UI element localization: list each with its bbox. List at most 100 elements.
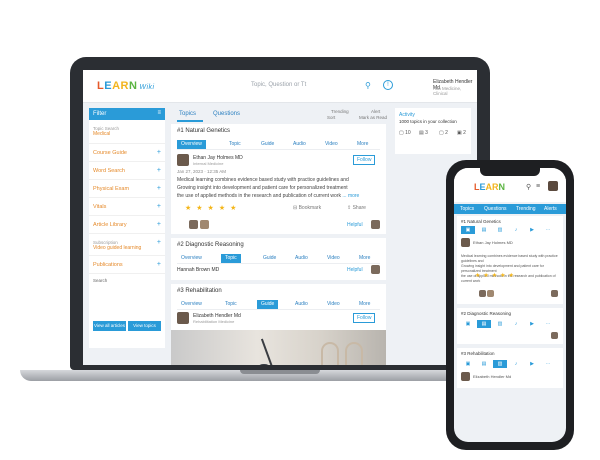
post-title[interactable]: #3 Rehabilitation bbox=[461, 351, 495, 356]
sidebar-item-physical-exam[interactable]: Physical Exam + bbox=[89, 180, 165, 198]
avatar[interactable] bbox=[461, 372, 470, 381]
mark-read-link[interactable]: Mark as Read bbox=[359, 115, 387, 120]
avatar[interactable] bbox=[548, 181, 558, 191]
author-subtitle: Rehabilitation Medicine bbox=[193, 319, 235, 324]
post-title[interactable]: #2 Diagnostic Reasoning bbox=[171, 238, 386, 252]
alert-label[interactable]: Alert bbox=[371, 109, 380, 114]
tab-topic[interactable]: Topic bbox=[225, 140, 245, 149]
rating-stars[interactable]: ★★★★★ bbox=[185, 204, 241, 212]
tab-topics[interactable]: Topics bbox=[460, 206, 474, 212]
tab-more[interactable]: ⋯ bbox=[541, 320, 555, 328]
tab-overview[interactable]: ▣ bbox=[461, 320, 475, 328]
tab-topic[interactable]: ▤ bbox=[477, 360, 491, 368]
tab-guide[interactable]: Guide bbox=[259, 254, 280, 263]
search-icon[interactable]: ⚲ bbox=[365, 81, 371, 90]
tab-guide[interactable]: Guide bbox=[257, 140, 278, 149]
post-tabs: Overview Topic Guide Audio Video More bbox=[177, 138, 380, 150]
tab-more[interactable]: ⋯ bbox=[541, 226, 555, 234]
stat-item[interactable]: ▤ 3 bbox=[419, 130, 428, 136]
post-image[interactable] bbox=[171, 330, 386, 365]
tab-overview[interactable]: ▣ bbox=[461, 360, 475, 368]
tab-video[interactable]: ▶ bbox=[525, 360, 539, 368]
search-icon[interactable]: ⚲ bbox=[526, 183, 531, 191]
tab-topic[interactable]: Topic bbox=[221, 300, 241, 309]
notification-icon[interactable]: ! bbox=[383, 80, 393, 90]
share-button[interactable]: ⇪ Share bbox=[347, 205, 366, 211]
author-name[interactable]: Elizabeth Hendler Md bbox=[473, 374, 511, 379]
tab-guide[interactable]: ▥ bbox=[493, 360, 507, 368]
tab-audio[interactable]: Audio bbox=[291, 254, 312, 263]
tab-guide[interactable]: Guide bbox=[257, 300, 279, 309]
tab-guide[interactable]: ▥ bbox=[493, 226, 507, 234]
view-topics-button[interactable]: View topics bbox=[128, 321, 161, 331]
menu-icon[interactable]: ≡ bbox=[157, 110, 161, 116]
helpful-button[interactable]: Helpful bbox=[347, 267, 363, 273]
tab-audio[interactable]: Audio bbox=[291, 300, 312, 309]
tab-overview[interactable]: Overview bbox=[177, 140, 206, 149]
tab-audio[interactable]: ♪ bbox=[509, 360, 523, 368]
tab-audio[interactable]: ♪ bbox=[509, 320, 523, 328]
plus-icon[interactable]: + bbox=[157, 261, 161, 268]
tab-more[interactable]: More bbox=[355, 300, 374, 309]
sort-label[interactable]: Trending bbox=[331, 109, 349, 114]
menu-icon[interactable]: ≡ bbox=[536, 183, 540, 190]
sidebar-item-course-guide[interactable]: Course Guide + bbox=[89, 144, 165, 162]
tab-more[interactable]: More bbox=[355, 254, 374, 263]
view-all-articles-button[interactable]: View all articles bbox=[93, 321, 126, 331]
plus-icon[interactable]: + bbox=[157, 185, 161, 192]
tab-overview[interactable]: ▣ bbox=[461, 226, 475, 234]
helpful-button[interactable]: Helpful bbox=[347, 222, 363, 228]
search-input[interactable]: Topic, Question or Tt bbox=[251, 82, 361, 92]
post-title[interactable]: #1 Natural Genetics bbox=[171, 124, 386, 138]
tab-video[interactable]: Video bbox=[323, 254, 344, 263]
sidebar-item-publications[interactable]: Publications + bbox=[89, 256, 165, 274]
tab-questions[interactable]: Questions bbox=[484, 206, 507, 212]
plus-icon[interactable]: + bbox=[157, 239, 161, 246]
sidebar-item-article-library[interactable]: Article Library + bbox=[89, 216, 165, 234]
laptop-screen: LEARN Wiki Topic, Question or Tt ⚲ ! Eliz… bbox=[83, 70, 477, 365]
tab-overview[interactable]: Overview bbox=[177, 300, 206, 309]
tab-questions[interactable]: Questions bbox=[213, 111, 240, 117]
tab-topic[interactable]: ▤ bbox=[477, 226, 491, 234]
avatar[interactable] bbox=[177, 154, 189, 166]
follow-button[interactable]: Follow bbox=[353, 155, 376, 165]
sidebar-item-vitals[interactable]: Vitals + bbox=[89, 198, 165, 216]
avatar[interactable] bbox=[177, 312, 189, 324]
tab-more[interactable]: ⋯ bbox=[541, 360, 555, 368]
sidebar-item-subscription[interactable]: Subscription Video guided learning + bbox=[89, 234, 165, 256]
tab-topic[interactable]: Topic bbox=[221, 254, 241, 263]
author-name[interactable]: Ethan Jay Holmes MD bbox=[473, 240, 513, 245]
tab-topics[interactable]: Topics bbox=[179, 111, 196, 117]
tab-video[interactable]: Video bbox=[321, 140, 342, 149]
plus-icon[interactable]: + bbox=[157, 149, 161, 156]
plus-icon[interactable]: + bbox=[157, 221, 161, 228]
tab-guide[interactable]: ▥ bbox=[493, 320, 507, 328]
sort-value[interactable]: Sort bbox=[327, 115, 335, 120]
tab-audio[interactable]: Audio bbox=[289, 140, 310, 149]
tab-audio[interactable]: ♪ bbox=[509, 226, 523, 234]
author-name[interactable]: Hannah Brown MD bbox=[177, 267, 219, 273]
tab-alerts[interactable]: Alerts bbox=[544, 206, 557, 212]
tab-trending[interactable]: Trending bbox=[516, 206, 536, 212]
post-title[interactable]: #1 Natural Genetics bbox=[461, 219, 501, 224]
bookmark-button[interactable]: ⊟ Bookmark bbox=[293, 205, 321, 211]
rating-stars[interactable]: ★★★★★ bbox=[475, 272, 517, 279]
sidebar-item-topic-search[interactable]: Topic Search Medical bbox=[89, 120, 165, 144]
follow-button[interactable]: Follow bbox=[353, 313, 376, 323]
tab-video[interactable]: ▶ bbox=[525, 226, 539, 234]
tab-topic[interactable]: ▤ bbox=[477, 320, 491, 328]
tab-more[interactable]: More bbox=[353, 140, 372, 149]
tab-overview[interactable]: Overview bbox=[177, 254, 206, 263]
more-link[interactable]: ... more bbox=[342, 193, 359, 199]
avatar[interactable] bbox=[461, 238, 470, 247]
sidebar-item-word-search[interactable]: Word Search + bbox=[89, 162, 165, 180]
post-title[interactable]: #2 Diagnostic Reasoning bbox=[461, 311, 511, 316]
tab-video[interactable]: ▶ bbox=[525, 320, 539, 328]
stat-item[interactable]: ▣ 2 bbox=[457, 130, 466, 136]
stat-item[interactable]: ▢ 10 bbox=[399, 130, 411, 136]
post-title[interactable]: #3 Rehabilitation bbox=[171, 284, 386, 298]
plus-icon[interactable]: + bbox=[157, 203, 161, 210]
stat-item[interactable]: ▢ 2 bbox=[439, 130, 448, 136]
tab-video[interactable]: Video bbox=[323, 300, 344, 309]
plus-icon[interactable]: + bbox=[157, 167, 161, 174]
